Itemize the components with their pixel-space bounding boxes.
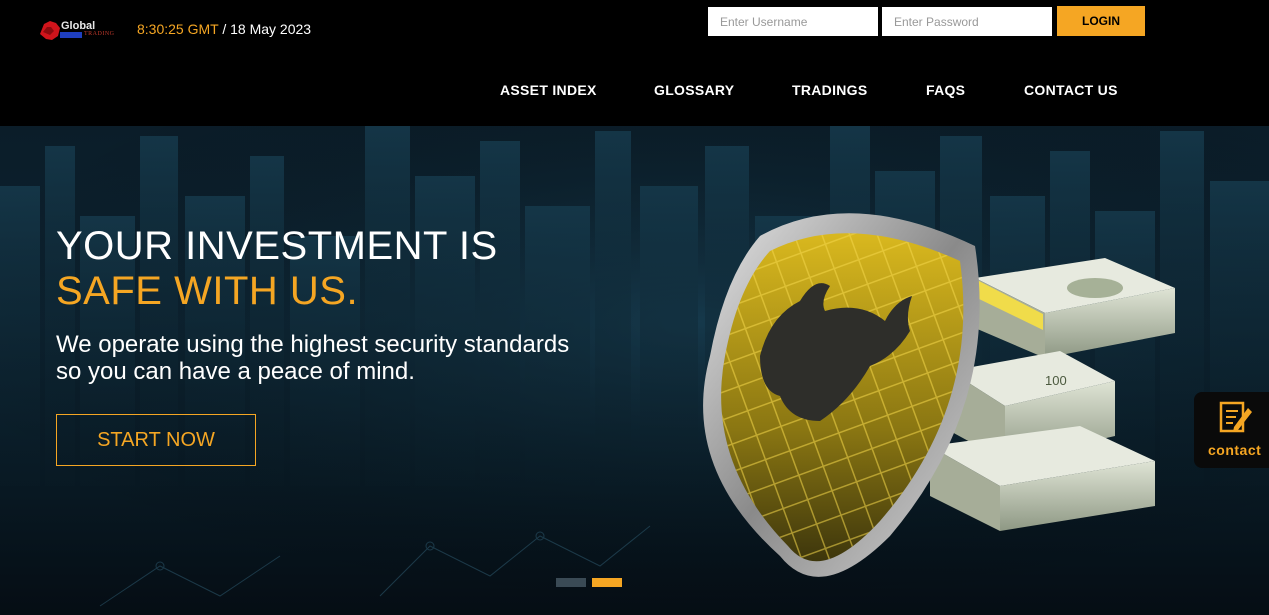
nav-tradings[interactable]: TRADINGS: [792, 82, 868, 98]
clock-time: 8:30:25 GMT: [137, 21, 219, 37]
nav-contact-us[interactable]: CONTACT US: [1024, 82, 1118, 98]
site-logo[interactable]: Global TRADING: [38, 18, 128, 42]
clock-separator: /: [218, 21, 231, 37]
slide-dot-1[interactable]: [556, 578, 586, 587]
nav-asset-index[interactable]: ASSET INDEX: [500, 82, 597, 98]
password-input[interactable]: [882, 7, 1052, 36]
hero-headline: YOUR INVESTMENT IS SAFE WITH US.: [56, 224, 498, 314]
contact-tab-label: contact: [1208, 442, 1262, 458]
site-header: Global TRADING 8:30:25 GMT / 18 May 2023…: [0, 0, 1269, 126]
clock-date: 18 May 2023: [230, 21, 312, 37]
note-pencil-icon: [1219, 401, 1252, 433]
slide-dot-2[interactable]: [592, 578, 622, 587]
headline-line1: YOUR INVESTMENT IS: [56, 224, 498, 268]
nav-glossary[interactable]: GLOSSARY: [654, 82, 734, 98]
subtext-line1: We operate using the highest security st…: [56, 331, 570, 358]
server-clock: 8:30:25 GMT / 18 May 2023: [137, 21, 311, 37]
logo-word-trading: TRADING: [84, 31, 115, 37]
main-nav: ASSET INDEX GLOSSARY TRADINGS FAQS CONTA…: [0, 82, 1269, 102]
nav-faqs[interactable]: FAQS: [926, 82, 965, 98]
username-input[interactable]: [708, 7, 878, 36]
subtext-line2: so you can have a peace of mind.: [56, 358, 415, 385]
contact-side-tab[interactable]: contact: [1194, 392, 1269, 468]
start-now-button[interactable]: START NOW: [56, 414, 256, 466]
headline-line2: SAFE WITH US.: [56, 269, 359, 313]
svg-text:100: 100: [1045, 373, 1067, 388]
hero-banner: 100 YOUR INVESTMENT IS SAFE WITH US. We …: [0, 126, 1269, 615]
hero-subtext: We operate using the highest security st…: [56, 331, 616, 385]
login-button[interactable]: LOGIN: [1057, 6, 1145, 36]
